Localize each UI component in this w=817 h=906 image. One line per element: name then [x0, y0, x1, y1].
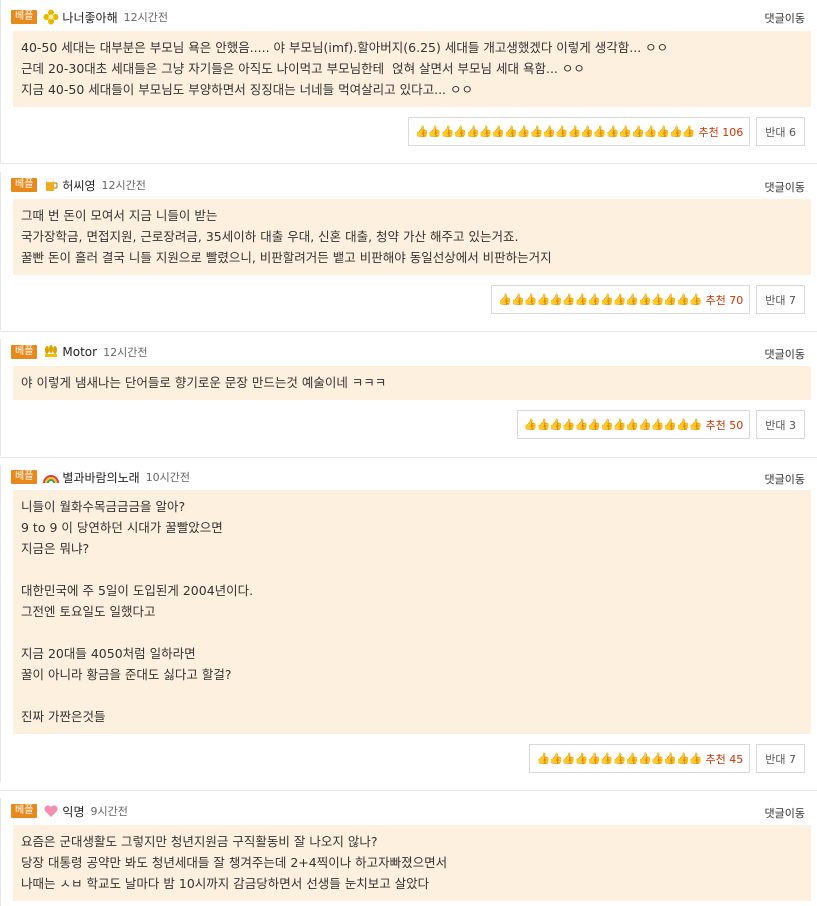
nickname[interactable]: 익명: [62, 803, 84, 820]
best-badge: 베플: [11, 804, 38, 818]
comment-text: 야 이렇게 냄새나는 단어들로 향기로운 문장 만드는것 예술이네 ㅋㅋㅋ: [13, 366, 811, 400]
oppose-button[interactable]: 반대 6: [756, 117, 805, 146]
nickname[interactable]: 나너좋아해: [62, 9, 117, 26]
timestamp: 10시간전: [145, 471, 191, 484]
recommend-button[interactable]: 👍👍👍👍👍👍👍👍👍👍👍👍👍👍👍👍👍👍👍👍👍👍 추천 106: [408, 117, 751, 146]
recommend-button[interactable]: 👍👍👍👍👍👍👍👍👍👍👍👍👍 추천 45: [529, 744, 751, 773]
nickname[interactable]: 별과바람의노래: [62, 469, 139, 486]
comment-header: 베플 별과바람의노래 10시간전: [11, 466, 190, 488]
best-badge: 베플: [11, 345, 38, 359]
nickname[interactable]: 허씨영: [62, 177, 95, 194]
rainbow-icon: [43, 469, 60, 485]
heart-icon: [43, 803, 59, 819]
vote-buttons: 👍👍👍👍👍👍👍👍👍👍👍👍👍👍👍👍👍👍👍👍👍👍 추천 106 반대 6: [408, 117, 805, 146]
thumbs-up-icon: 👍👍👍👍👍👍👍👍👍👍👍👍👍: [536, 752, 702, 765]
comment-text: 40-50 세대는 대부분은 부모님 욕은 안했음..... 야 부모님(imf…: [13, 31, 811, 107]
oppose-button[interactable]: 반대 3: [756, 410, 805, 439]
comment-header: 베플 나너좋아해 12시간전: [11, 6, 168, 28]
comment-text: 니들이 월화수목금금금을 알아? 9 to 9 이 당연하던 시대가 꿀빨았으면…: [13, 490, 811, 734]
recommend-count: 추천 50: [705, 418, 744, 432]
comment-text: 요즘은 군대생활도 그렇지만 청년지원금 구직활동비 잘 나오지 않나? 당장 …: [13, 825, 811, 901]
recommend-count: 추천 106: [698, 125, 744, 139]
reply-link[interactable]: 댓글이동: [765, 179, 805, 195]
timestamp: 12시간전: [103, 346, 148, 359]
gold-wheat-icon: [43, 344, 59, 360]
comment-item: 베플 익명 9시간전 댓글이동 요즘은 군대생활도 그렇지만 청년지원금 구직활…: [0, 798, 817, 906]
oppose-button[interactable]: 반대 7: [756, 285, 805, 314]
divider: [0, 457, 817, 458]
reply-link[interactable]: 댓글이동: [765, 346, 805, 362]
comment-text: 그때 번 돈이 모여서 지금 니들이 받는 국가장학금, 면접지원, 근로장려금…: [13, 199, 811, 275]
comment-item: 베플 나너좋아해 12시간전 댓글이동 40-50 세대는 대부분은 부모님 욕…: [0, 0, 817, 163]
vote-buttons: 👍👍👍👍👍👍👍👍👍👍👍👍👍👍👍👍 추천 70 반대 7: [491, 285, 805, 314]
divider: [0, 163, 817, 164]
gold-flower-icon: [43, 9, 59, 25]
comment-header: 베플 Motor 12시간전: [11, 341, 147, 363]
vote-buttons: 👍👍👍👍👍👍👍👍👍👍👍👍👍👍 추천 50 반대 3: [516, 410, 805, 439]
recommend-button[interactable]: 👍👍👍👍👍👍👍👍👍👍👍👍👍👍👍👍 추천 70: [491, 285, 751, 314]
best-badge: 베플: [11, 178, 38, 192]
best-badge: 베플: [11, 10, 38, 24]
comment-item: 베플 허씨영 12시간전 댓글이동 그때 번 돈이 모여서 지금 니들이 받는 …: [0, 172, 817, 330]
timestamp: 12시간전: [101, 179, 146, 192]
nickname[interactable]: Motor: [62, 345, 97, 359]
reply-link[interactable]: 댓글이동: [765, 805, 805, 821]
divider: [0, 790, 817, 791]
timestamp: 9시간전: [90, 805, 128, 818]
thumbs-up-icon: 👍👍👍👍👍👍👍👍👍👍👍👍👍👍👍👍: [498, 293, 702, 306]
comment-header: 베플 허씨영 12시간전: [11, 174, 146, 196]
reply-link[interactable]: 댓글이동: [765, 471, 805, 487]
best-badge: 베플: [11, 470, 38, 484]
comment-item: 베플 별과바람의노래 10시간전 댓글이동 니들이 월화수목금금금을 알아? 9…: [0, 465, 817, 782]
oppose-button[interactable]: 반대 7: [756, 744, 805, 773]
comment-item: 베플 Motor 12시간전 댓글이동 야 이렇게 냄새나는 단어들로 향기로운…: [0, 339, 817, 456]
recommend-count: 추천 45: [705, 752, 744, 766]
reply-link[interactable]: 댓글이동: [765, 10, 805, 26]
recommend-count: 추천 70: [705, 293, 744, 307]
comment-header: 베플 익명 9시간전: [11, 800, 128, 822]
thumbs-up-icon: 👍👍👍👍👍👍👍👍👍👍👍👍👍👍: [523, 418, 703, 431]
divider: [0, 331, 817, 332]
timestamp: 12시간전: [123, 11, 168, 24]
vote-buttons: 👍👍👍👍👍👍👍👍👍👍👍👍👍 추천 45 반대 7: [529, 744, 805, 773]
beer-icon: [43, 177, 59, 193]
thumbs-up-icon: 👍👍👍👍👍👍👍👍👍👍👍👍👍👍👍👍👍👍👍👍👍👍: [415, 125, 695, 138]
recommend-button[interactable]: 👍👍👍👍👍👍👍👍👍👍👍👍👍👍 추천 50: [516, 410, 751, 439]
